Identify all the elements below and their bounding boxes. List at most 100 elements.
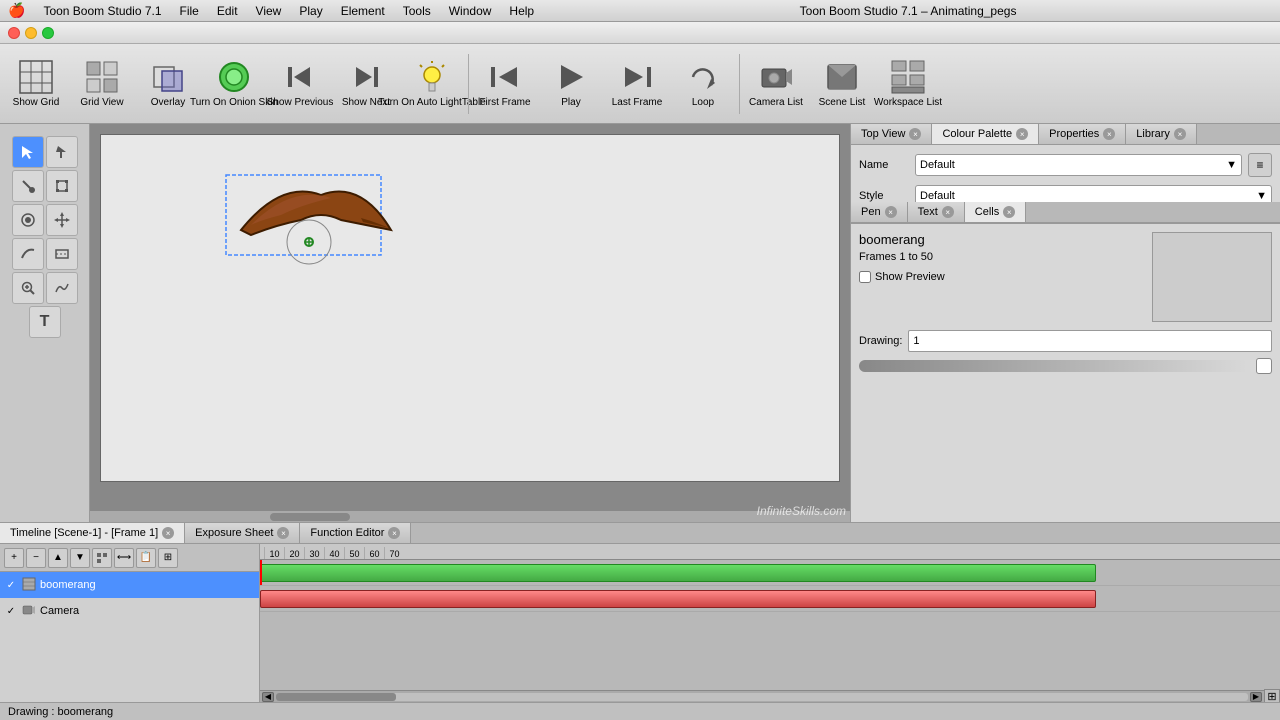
name-action-button[interactable]: ≡: [1248, 153, 1272, 177]
first-frame-button[interactable]: First Frame: [473, 48, 537, 120]
tl-tool-6[interactable]: ⟷: [114, 548, 134, 568]
frame-marker-20: 20: [284, 547, 304, 559]
exposure-sheet-tab-close[interactable]: ×: [277, 527, 289, 539]
cells-slider-thumb[interactable]: [1256, 358, 1272, 374]
canvas-area: InfiniteSkills.com: [90, 124, 850, 522]
tab-top-view[interactable]: Top View ×: [851, 124, 932, 144]
name-select[interactable]: Default ▼: [915, 154, 1242, 176]
menu-item-edit[interactable]: Edit: [209, 2, 246, 20]
smooth-tool-button[interactable]: [46, 272, 78, 304]
grid-view-button[interactable]: Grid View: [70, 48, 134, 120]
tab-pen[interactable]: Pen ×: [851, 202, 908, 222]
menu-item-play[interactable]: Play: [291, 2, 330, 20]
library-close[interactable]: ×: [1174, 128, 1186, 140]
function-editor-tab-close[interactable]: ×: [388, 527, 400, 539]
camera-frame-bar: [260, 590, 1096, 608]
tl-expand-button[interactable]: ⊞: [158, 548, 178, 568]
loop-button[interactable]: Loop: [671, 48, 735, 120]
tl-tool-2[interactable]: −: [26, 548, 46, 568]
paint-tool-button[interactable]: [12, 204, 44, 236]
menu-item-app[interactable]: Toon Boom Studio 7.1: [35, 2, 169, 20]
cells-drawing-input[interactable]: 1: [908, 330, 1272, 352]
timeline-tab-close[interactable]: ×: [162, 527, 174, 539]
tl-tool-3[interactable]: ▲: [48, 548, 68, 568]
style-select[interactable]: Default ▼: [915, 185, 1272, 202]
tl-tool-7[interactable]: 📋: [136, 548, 156, 568]
tab-function-editor[interactable]: Function Editor ×: [300, 523, 411, 543]
menu-item-file[interactable]: File: [172, 2, 207, 20]
show-previous-button[interactable]: Show Previous: [268, 48, 332, 120]
properties-close[interactable]: ×: [1103, 128, 1115, 140]
close-button[interactable]: [8, 27, 20, 39]
tab-exposure-sheet[interactable]: Exposure Sheet ×: [185, 523, 300, 543]
overlay-button[interactable]: Overlay: [136, 48, 200, 120]
toolbar-separator-2: [739, 54, 740, 114]
play-button[interactable]: Play: [539, 48, 603, 120]
cells-slider[interactable]: [859, 360, 1272, 372]
select-tool-button[interactable]: [12, 136, 44, 168]
tab-text[interactable]: Text ×: [908, 202, 965, 222]
tl-tool-1[interactable]: +: [4, 548, 24, 568]
menu-item-element[interactable]: Element: [333, 2, 393, 20]
cells-tab-close[interactable]: ×: [1003, 206, 1015, 218]
text-tool-button[interactable]: T: [29, 306, 61, 338]
colour-palette-close[interactable]: ×: [1016, 128, 1028, 140]
last-frame-button[interactable]: Last Frame: [605, 48, 669, 120]
minimize-button[interactable]: [25, 27, 37, 39]
cells-area: boomerang Frames 1 to 50 Show Preview Dr…: [851, 223, 1280, 522]
timeline-scrollbar-thumb[interactable]: [276, 693, 396, 701]
tl-tool-5[interactable]: [92, 548, 112, 568]
layer-row-boomerang[interactable]: ✓ boomerang: [0, 572, 259, 598]
timeline-hscrollbar[interactable]: ◀ ▶ ⊞: [260, 690, 1280, 702]
tab-colour-palette[interactable]: Colour Palette ×: [932, 124, 1039, 144]
menu-item-view[interactable]: View: [248, 2, 290, 20]
tab-timeline[interactable]: Timeline [Scene-1] - [Frame 1] ×: [0, 523, 185, 543]
timeline-expand[interactable]: ⊞: [1264, 689, 1280, 703]
timeline-scroll-right[interactable]: ▶: [1250, 692, 1262, 702]
maximize-button[interactable]: [42, 27, 54, 39]
tl-tool-4[interactable]: ▼: [70, 548, 90, 568]
canvas-hscrollbar-thumb[interactable]: [270, 513, 350, 521]
arrow-tool-button[interactable]: [46, 136, 78, 168]
boomerang-track[interactable]: [260, 560, 1280, 586]
layer-icon-boomerang: [22, 577, 36, 594]
pen-tab-close[interactable]: ×: [885, 206, 897, 218]
transform-tool-button[interactable]: [46, 170, 78, 202]
tab-properties[interactable]: Properties ×: [1039, 124, 1126, 144]
apple-menu[interactable]: 🍎: [8, 2, 25, 19]
timeline-scroll-left[interactable]: ◀: [262, 692, 274, 702]
menubar: 🍎 Toon Boom Studio 7.1 File Edit View Pl…: [0, 0, 1280, 22]
frame-marker-50: 50: [344, 547, 364, 559]
menu-item-window[interactable]: Window: [441, 2, 500, 20]
top-view-close[interactable]: ×: [909, 128, 921, 140]
camera-track[interactable]: [260, 586, 1280, 612]
layer-row-camera[interactable]: ✓ Camera: [0, 598, 259, 624]
canvas-viewport[interactable]: InfiniteSkills.com: [90, 124, 850, 522]
reposition-tool-button[interactable]: [46, 238, 78, 270]
stroke-tool-button[interactable]: [12, 238, 44, 270]
show-preview-checkbox[interactable]: [859, 271, 871, 283]
name-label: Name: [859, 159, 909, 171]
playhead[interactable]: [260, 560, 262, 585]
first-frame-label: First Frame: [479, 97, 530, 109]
tab-library[interactable]: Library ×: [1126, 124, 1197, 144]
menu-item-tools[interactable]: Tools: [395, 2, 439, 20]
scene-list-button[interactable]: Scene List: [810, 48, 874, 120]
show-grid-button[interactable]: Show Grid: [4, 48, 68, 120]
workspace-list-button[interactable]: Workspace List: [876, 48, 940, 120]
turn-on-auto-lighttable-button[interactable]: Turn On Auto LightTable: [400, 48, 464, 120]
boomerang-frame-bar: [260, 564, 1096, 582]
tab-cells[interactable]: Cells ×: [965, 202, 1026, 222]
text-tab-close[interactable]: ×: [942, 206, 954, 218]
layer-check-boomerang[interactable]: ✓: [4, 578, 18, 592]
cells-drawing-label: Drawing:: [859, 335, 902, 347]
layer-check-camera[interactable]: ✓: [4, 604, 18, 618]
canvas-hscrollbar[interactable]: [90, 510, 850, 522]
menu-item-help[interactable]: Help: [501, 2, 542, 20]
camera-list-button[interactable]: Camera List: [744, 48, 808, 120]
show-next-button[interactable]: Show Next: [334, 48, 398, 120]
zoom-tool-button[interactable]: [12, 272, 44, 304]
move-tool-button[interactable]: [46, 204, 78, 236]
turn-on-onion-skin-button[interactable]: Turn On Onion Skin: [202, 48, 266, 120]
brush-tool-button[interactable]: [12, 170, 44, 202]
